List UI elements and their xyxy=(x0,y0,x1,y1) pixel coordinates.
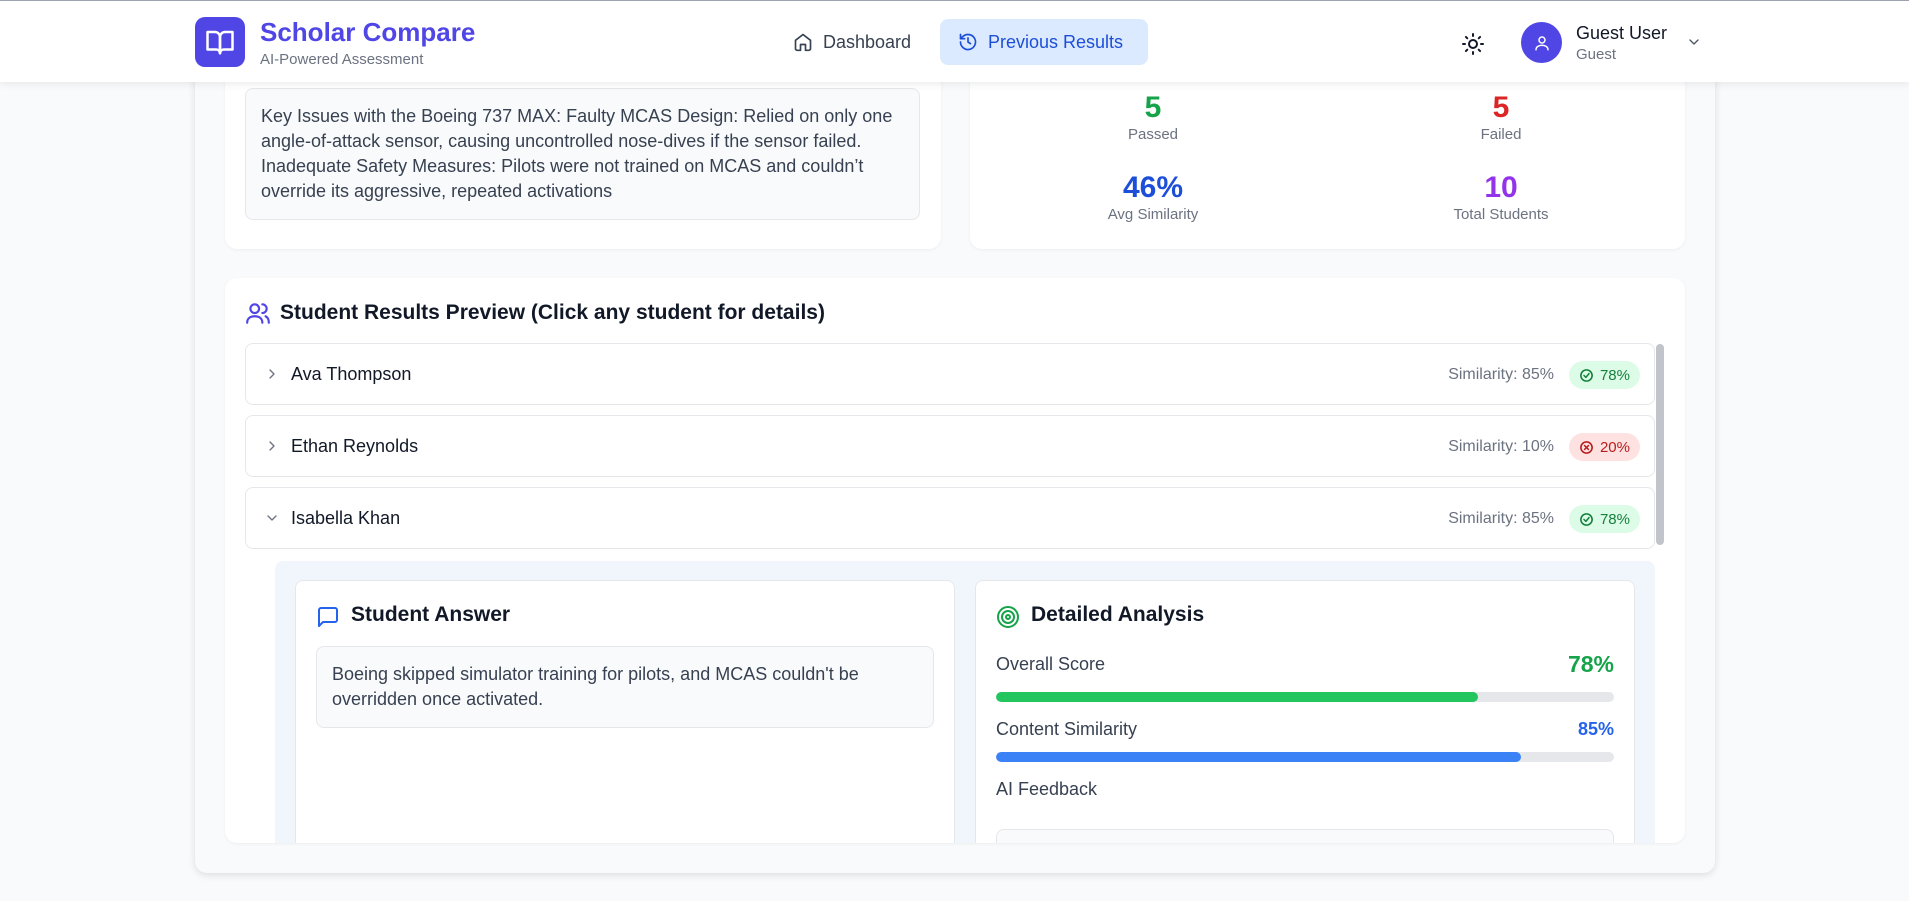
nav-dashboard-button[interactable]: Dashboard xyxy=(775,19,937,65)
sun-icon xyxy=(1462,33,1484,55)
stat-failed-value: 5 xyxy=(1492,91,1510,124)
student-similarity: Similarity: 85% xyxy=(1448,510,1554,527)
stat-failed: 5 Failed xyxy=(1401,90,1601,144)
check-circle-icon xyxy=(1580,368,1593,382)
score-badge-value: 78% xyxy=(1599,510,1630,528)
stat-total-students-label: Total Students xyxy=(1453,206,1549,223)
student-name: Isabella Khan xyxy=(291,508,401,528)
user-name[interactable]: Guest User xyxy=(1576,23,1667,44)
question-text: Key Issues with the Boeing 737 MAX: Faul… xyxy=(245,88,920,220)
app-logo[interactable] xyxy=(195,17,245,67)
nav-previous-results-button[interactable]: Previous Results xyxy=(940,19,1148,65)
x-circle-icon xyxy=(1580,440,1593,454)
student-row[interactable]: Ava Thompson Similarity: 85% 78% xyxy=(245,343,1655,405)
content-similarity-value: 85% xyxy=(1577,719,1614,739)
app-title: Scholar Compare xyxy=(260,17,476,47)
stat-total-students-value: 10 xyxy=(1484,171,1518,204)
chevron-right-icon[interactable] xyxy=(264,366,280,387)
users-icon xyxy=(245,300,271,331)
results-card: Student Results Preview (Click any stude… xyxy=(225,278,1685,843)
nav-dashboard-label: Dashboard xyxy=(823,31,912,52)
stat-passed: 5 Passed xyxy=(1053,90,1253,144)
user-avatar[interactable] xyxy=(1521,22,1562,63)
score-badge: 20% xyxy=(1568,433,1640,461)
detailed-analysis-panel: Detailed Analysis Overall Score 78% Cont… xyxy=(975,580,1635,843)
stat-passed-value: 5 xyxy=(1144,91,1162,124)
check-circle-icon xyxy=(1580,512,1593,526)
score-badge-value: 78% xyxy=(1599,366,1630,384)
nav-previous-results-label: Previous Results xyxy=(988,31,1124,52)
ai-feedback-label: AI Feedback xyxy=(996,779,1098,799)
results-title: Student Results Preview (Click any stude… xyxy=(280,301,825,324)
app-subtitle: AI-Powered Assessment xyxy=(260,51,424,68)
student-answer-text: Boeing skipped simulator training for pi… xyxy=(316,646,934,728)
overall-score-value: 78% xyxy=(1567,651,1614,677)
student-row[interactable]: Ethan Reynolds Similarity: 10% 20% xyxy=(245,415,1655,477)
user-icon xyxy=(1534,35,1549,50)
content-similarity-bar xyxy=(996,752,1614,762)
home-icon xyxy=(794,33,812,52)
top-header: Scholar Compare AI-Powered Assessment Da… xyxy=(0,0,1909,82)
overall-score-label: Overall Score xyxy=(996,654,1106,674)
stat-total-students: 10 Total Students xyxy=(1401,170,1601,224)
student-similarity: Similarity: 85% xyxy=(1448,366,1554,383)
book-open-icon xyxy=(206,30,234,55)
chevron-down-icon[interactable] xyxy=(264,510,280,531)
stat-avg-similarity: 46% Avg Similarity xyxy=(1053,170,1253,224)
stat-passed-label: Passed xyxy=(1127,126,1179,143)
content-similarity-label: Content Similarity xyxy=(996,719,1138,739)
stat-failed-label: Failed xyxy=(1480,126,1522,143)
student-answer-panel: Student Answer Boeing skipped simulator … xyxy=(295,580,955,843)
ai-feedback-box xyxy=(996,829,1614,843)
student-name: Ethan Reynolds xyxy=(291,436,419,456)
stat-avg-similarity-value: 46% xyxy=(1122,171,1184,204)
score-badge-value: 20% xyxy=(1599,438,1630,456)
content-similarity-bar-fill xyxy=(996,752,1522,762)
results-scrollbar[interactable] xyxy=(1656,344,1664,545)
score-badge: 78% xyxy=(1568,505,1640,533)
history-icon xyxy=(959,33,977,51)
detailed-analysis-title: Detailed Analysis xyxy=(1031,603,1205,626)
theme-toggle-button[interactable] xyxy=(1455,26,1491,62)
student-answer-title: Student Answer xyxy=(351,603,511,626)
overall-score-bar-fill xyxy=(996,692,1479,702)
student-row[interactable]: Isabella Khan Similarity: 85% 78% xyxy=(245,487,1655,549)
stat-avg-similarity-label: Avg Similarity xyxy=(1107,206,1199,223)
overall-score-bar xyxy=(996,692,1614,702)
chevron-right-icon[interactable] xyxy=(264,438,280,459)
target-icon xyxy=(996,605,1020,634)
user-role: Guest xyxy=(1576,46,1617,63)
student-similarity: Similarity: 10% xyxy=(1448,438,1554,455)
student-name: Ava Thompson xyxy=(291,364,412,384)
user-menu-chevron-icon[interactable] xyxy=(1686,34,1702,55)
message-square-icon xyxy=(316,605,340,634)
score-badge: 78% xyxy=(1568,361,1640,389)
